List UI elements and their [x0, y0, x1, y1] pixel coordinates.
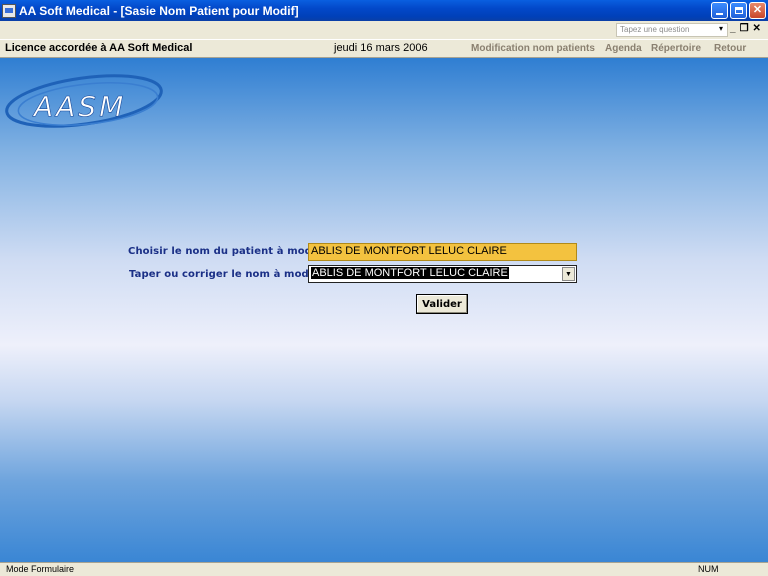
form-area: AASM Choisir le nom du patient à modifie…	[0, 58, 768, 562]
doc-close-icon[interactable]: ✕	[753, 23, 761, 34]
info-bar: Licence accordée à AA Soft Medical jeudi…	[0, 39, 768, 58]
nav-agenda[interactable]: Agenda	[605, 43, 642, 54]
help-question-input[interactable]: Tapez une question	[616, 23, 728, 37]
valider-button[interactable]: Valider	[416, 294, 468, 314]
title-bar[interactable]: AA Soft Medical - [Sasie Nom Patient pou…	[0, 0, 768, 21]
status-mode: Mode Formulaire	[6, 564, 75, 574]
edit-name-label: Taper ou corriger le nom à modifier	[129, 269, 333, 280]
document-window-controls: _ ❐ ✕	[730, 23, 761, 34]
minimize-button[interactable]	[711, 2, 728, 19]
minimize-icon	[716, 13, 723, 15]
app-icon[interactable]	[2, 3, 16, 18]
window-title: AA Soft Medical - [Sasie Nom Patient pou…	[19, 3, 299, 18]
nav-retour[interactable]: Retour	[714, 43, 746, 54]
nav-modification-nom-patients[interactable]: Modification nom patients	[471, 43, 595, 54]
nav-repertoire[interactable]: Répertoire	[651, 43, 701, 54]
aasm-logo: AASM	[5, 74, 163, 128]
close-button[interactable]: ✕	[749, 2, 766, 19]
doc-minimize-icon[interactable]: _	[730, 23, 736, 34]
choose-patient-label: Choisir le nom du patient à modifier	[128, 246, 336, 257]
license-text: Licence accordée à AA Soft Medical	[5, 42, 193, 54]
current-date: jeudi 16 mars 2006	[334, 42, 428, 54]
window-controls: ✕	[711, 2, 766, 19]
edit-name-value[interactable]: ABLIS DE MONTFORT LELUC CLAIRE	[311, 267, 509, 279]
doc-restore-icon[interactable]: ❐	[740, 23, 749, 34]
menu-row: Tapez une question ▾ _ ❐ ✕	[0, 21, 768, 39]
help-dropdown-arrow-icon[interactable]: ▾	[719, 24, 723, 33]
edit-name-combobox[interactable]: ABLIS DE MONTFORT LELUC CLAIRE ▼	[308, 265, 577, 283]
choose-patient-field[interactable]: ABLIS DE MONTFORT LELUC CLAIRE	[308, 243, 577, 261]
close-icon: ✕	[752, 4, 763, 16]
restore-icon	[734, 7, 743, 14]
logo-text: AASM	[32, 90, 126, 123]
dropdown-arrow-icon[interactable]: ▼	[562, 267, 575, 281]
restore-button[interactable]	[730, 2, 747, 19]
status-bar: Mode Formulaire NUM	[0, 562, 768, 576]
status-num-lock: NUM	[698, 564, 719, 574]
